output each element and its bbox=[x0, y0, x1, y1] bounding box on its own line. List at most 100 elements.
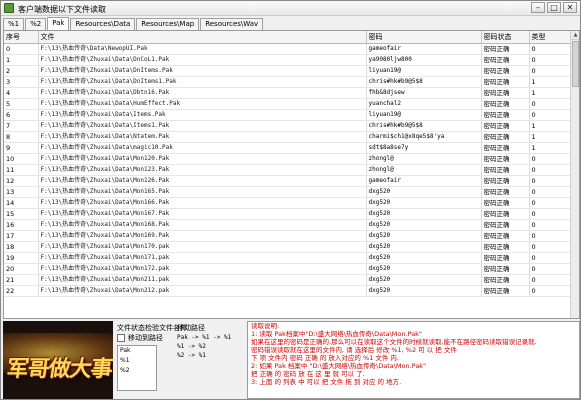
cell-password: dxg520 bbox=[366, 208, 482, 220]
cell-password-status: 密码正确 bbox=[481, 186, 530, 198]
cell-password: liyuan19@ bbox=[366, 109, 482, 121]
move-path-label: 移动路径 bbox=[177, 324, 205, 332]
move-path-item[interactable]: %1 -> %2 bbox=[177, 342, 243, 351]
maximize-button[interactable]: □ bbox=[547, 2, 561, 13]
tab-percent2[interactable]: %2 bbox=[25, 18, 47, 30]
cell-type: 0 bbox=[529, 186, 572, 198]
table-row[interactable]: 3 F:\13\热血传奇\Zhuxai\Data\DnItems1.Pak chri… bbox=[4, 76, 572, 88]
cell-password-status: 密码正确 bbox=[481, 120, 530, 132]
column-header-file[interactable]: 文件 bbox=[38, 31, 367, 44]
cell-file-path: F:\13\热血传奇\Zhuxai\Data\Mon211.pak bbox=[38, 274, 367, 286]
cell-password-status: 密码正确 bbox=[481, 252, 530, 264]
cell-index: 10 bbox=[4, 153, 39, 165]
cell-index: 16 bbox=[4, 219, 39, 231]
instruction-line: 密码错误读取就在这里的文件内, 请 选择后 修改 %1, %2 可 以 把 文件 bbox=[251, 346, 457, 354]
cell-type: 0 bbox=[529, 219, 572, 231]
cell-password: dxg520 bbox=[366, 219, 482, 231]
cell-password-status: 密码正确 bbox=[481, 153, 530, 165]
table-row[interactable]: 4 F:\13\热血传奇\Zhuxai\Data\Dbtn16.Pak fhb&8d… bbox=[4, 87, 572, 99]
table-row[interactable]: 20 F:\13\热血传奇\Zhuxai\Data\Mon172.pak dxg52… bbox=[4, 263, 572, 275]
cell-index: 3 bbox=[4, 76, 39, 88]
table-row[interactable]: 19 F:\13\热血传奇\Zhuxai\Data\Mon171.pak dxg52… bbox=[4, 252, 572, 264]
cell-type: 0 bbox=[529, 241, 572, 253]
tab-bar: %1 %2 Pak Resources\Data Resources\Map R… bbox=[3, 17, 264, 30]
cell-file-path: F:\13\热血传奇\Zhuxai\Data\Mon168.Pak bbox=[38, 219, 367, 231]
logo: 军哥做大事 bbox=[4, 356, 113, 382]
table-row[interactable]: 21 F:\13\热血传奇\Zhuxai\Data\Mon211.pak dxg52… bbox=[4, 274, 572, 286]
cell-file-path: F:\13\热血传奇\Zhuxai\Data\DnItems.Pak bbox=[38, 65, 367, 77]
cell-type: 0 bbox=[529, 65, 572, 77]
table-row[interactable]: 8 F:\13\热血传奇\Zhuxai\Data\Ntatem.Pak charmi… bbox=[4, 131, 572, 143]
file-list[interactable]: 序号 文件 密码 密码状态 类型 0 F:\13\热血传奇\Data\NewopU… bbox=[3, 30, 580, 319]
scroll-up-icon[interactable]: ▲ bbox=[571, 31, 579, 40]
table-row[interactable]: 0 F:\13\热血传奇\Data\NewopUI.Pak gameofair 密码正… bbox=[4, 43, 572, 55]
cell-index: 5 bbox=[4, 98, 39, 110]
table-row[interactable]: 5 F:\13\热血传奇\Zhuxai\Data\HumEffect.Pak yua… bbox=[4, 98, 572, 110]
cell-index: 1 bbox=[4, 54, 39, 66]
path-item[interactable]: %2 bbox=[118, 366, 156, 376]
path-item[interactable]: %1 bbox=[118, 356, 156, 366]
tab-resources-map[interactable]: Resources\Map bbox=[136, 18, 200, 30]
close-button[interactable]: ✕ bbox=[563, 2, 577, 13]
instructions-panel: 读取说明: 1: 读取 Pak档案中"D:\盛大网络\热血传奇\Data\Mon… bbox=[247, 321, 580, 399]
move-checkbox[interactable] bbox=[117, 334, 125, 342]
tab-resources-wav[interactable]: Resources\Wav bbox=[200, 18, 264, 30]
table-row[interactable]: 12 F:\13\热血传奇\Zhuxai\Data\Mon126.Pak gameo… bbox=[4, 175, 572, 187]
column-header-index[interactable]: 序号 bbox=[4, 31, 39, 44]
cell-password-status: 密码正确 bbox=[481, 197, 530, 209]
cell-password: ya9080ljw800 bbox=[366, 54, 482, 66]
table-row[interactable]: 14 F:\13\热血传奇\Zhuxai\Data\Mon166.Pak dxg52… bbox=[4, 197, 572, 209]
cell-index: 15 bbox=[4, 208, 39, 220]
cell-password-status: 密码正确 bbox=[481, 65, 530, 77]
move-path-item[interactable]: Pak -> %1 -> %1 bbox=[177, 333, 243, 342]
table-row[interactable]: 11 F:\13\热血传奇\Zhuxai\Data\Mon123.Pak zhong… bbox=[4, 164, 572, 176]
scroll-thumb[interactable] bbox=[572, 41, 579, 87]
cell-password: dxg520 bbox=[366, 241, 482, 253]
cell-password: chris#hk#b9@5$8 bbox=[366, 120, 482, 132]
table-row[interactable]: 13 F:\13\热血传奇\Zhuxai\Data\Mon165.Pak dxg52… bbox=[4, 186, 572, 198]
cell-index: 17 bbox=[4, 230, 39, 242]
table-row[interactable]: 15 F:\13\热血传奇\Zhuxai\Data\Mon167.Pak dxg52… bbox=[4, 208, 572, 220]
cell-file-path: F:\13\热血传奇\Zhuxai\Data\Mon172.pak bbox=[38, 263, 367, 275]
table-row[interactable]: 17 F:\13\热血传奇\Zhuxai\Data\Mon169.Pak dxg52… bbox=[4, 230, 572, 242]
cell-file-path: F:\13\热血传奇\Data\NewopUI.Pak bbox=[38, 43, 367, 55]
table-row[interactable]: 6 F:\13\热血传奇\Zhuxai\Data\Items.Pak liyuan1… bbox=[4, 109, 572, 121]
tab-percent1[interactable]: %1 bbox=[3, 18, 25, 30]
cell-type: 0 bbox=[529, 153, 572, 165]
cell-file-path: F:\13\热血传奇\Zhuxai\Data\magic10.Pak bbox=[38, 142, 367, 154]
column-header-password-status[interactable]: 密码状态 bbox=[481, 31, 530, 44]
table-row[interactable]: 16 F:\13\热血传奇\Zhuxai\Data\Mon168.Pak dxg52… bbox=[4, 219, 572, 231]
path-item[interactable]: Pak bbox=[118, 346, 156, 356]
logo-panel: 军哥做大事 bbox=[3, 321, 113, 399]
cell-index: 0 bbox=[4, 43, 39, 55]
table-row[interactable]: 22 F:\13\热血传奇\Zhuxai\Data\Mon212.pak dxg52… bbox=[4, 285, 572, 297]
cell-type: 1 bbox=[529, 120, 572, 132]
cell-index: 21 bbox=[4, 274, 39, 286]
instruction-line: 2: 如果 Pak 档案中 "D:\盛大网络\热血传奇\Data\Mon.Pak… bbox=[251, 362, 427, 370]
table-row[interactable]: 18 F:\13\热血传奇\Zhuxai\Data\Mon170.pak dxg52… bbox=[4, 241, 572, 253]
move-path-item[interactable]: %2 -> %1 bbox=[177, 351, 243, 360]
table-row[interactable]: 9 F:\13\热血传奇\Zhuxai\Data\magic10.Pak sdt$8… bbox=[4, 142, 572, 154]
cell-password-status: 密码正确 bbox=[481, 76, 530, 88]
cell-password-status: 密码正确 bbox=[481, 263, 530, 275]
table-row[interactable]: 10 F:\13\热血传奇\Zhuxai\Data\Mon120.Pak zhong… bbox=[4, 153, 572, 165]
column-header-type[interactable]: 类型 bbox=[529, 31, 572, 44]
cell-type: 0 bbox=[529, 252, 572, 264]
path-listbox[interactable]: Pak %1 %2 bbox=[117, 345, 157, 391]
cell-file-path: F:\13\热血传奇\Zhuxai\Data\Mon170.pak bbox=[38, 241, 367, 253]
cell-password: chris#hk#b9@5$8 bbox=[366, 76, 482, 88]
title-bar: 客户端数据以下文件读取 – □ ✕ bbox=[1, 1, 580, 16]
table-row[interactable]: 1 F:\13\热血传奇\Zhuxai\Data\DnCoL1.Pak ya9080… bbox=[4, 54, 572, 66]
tab-resources-data[interactable]: Resources\Data bbox=[70, 18, 136, 30]
table-row[interactable]: 2 F:\13\热血传奇\Zhuxai\Data\DnItems.Pak liyua… bbox=[4, 65, 572, 77]
column-header-password[interactable]: 密码 bbox=[366, 31, 482, 44]
cell-password-status: 密码正确 bbox=[481, 164, 530, 176]
table-row[interactable]: 7 F:\13\热血传奇\Zhuxai\Data\Items1.Pak chris#… bbox=[4, 120, 572, 132]
minimize-button[interactable]: – bbox=[531, 2, 545, 13]
cell-index: 18 bbox=[4, 241, 39, 253]
cell-password: dxg520 bbox=[366, 252, 482, 264]
vertical-scrollbar[interactable]: ▲ bbox=[570, 31, 579, 318]
tab-pak[interactable]: Pak bbox=[47, 17, 70, 30]
move-checkbox-row[interactable]: 移动到路径 bbox=[117, 333, 163, 343]
cell-type: 0 bbox=[529, 263, 572, 275]
